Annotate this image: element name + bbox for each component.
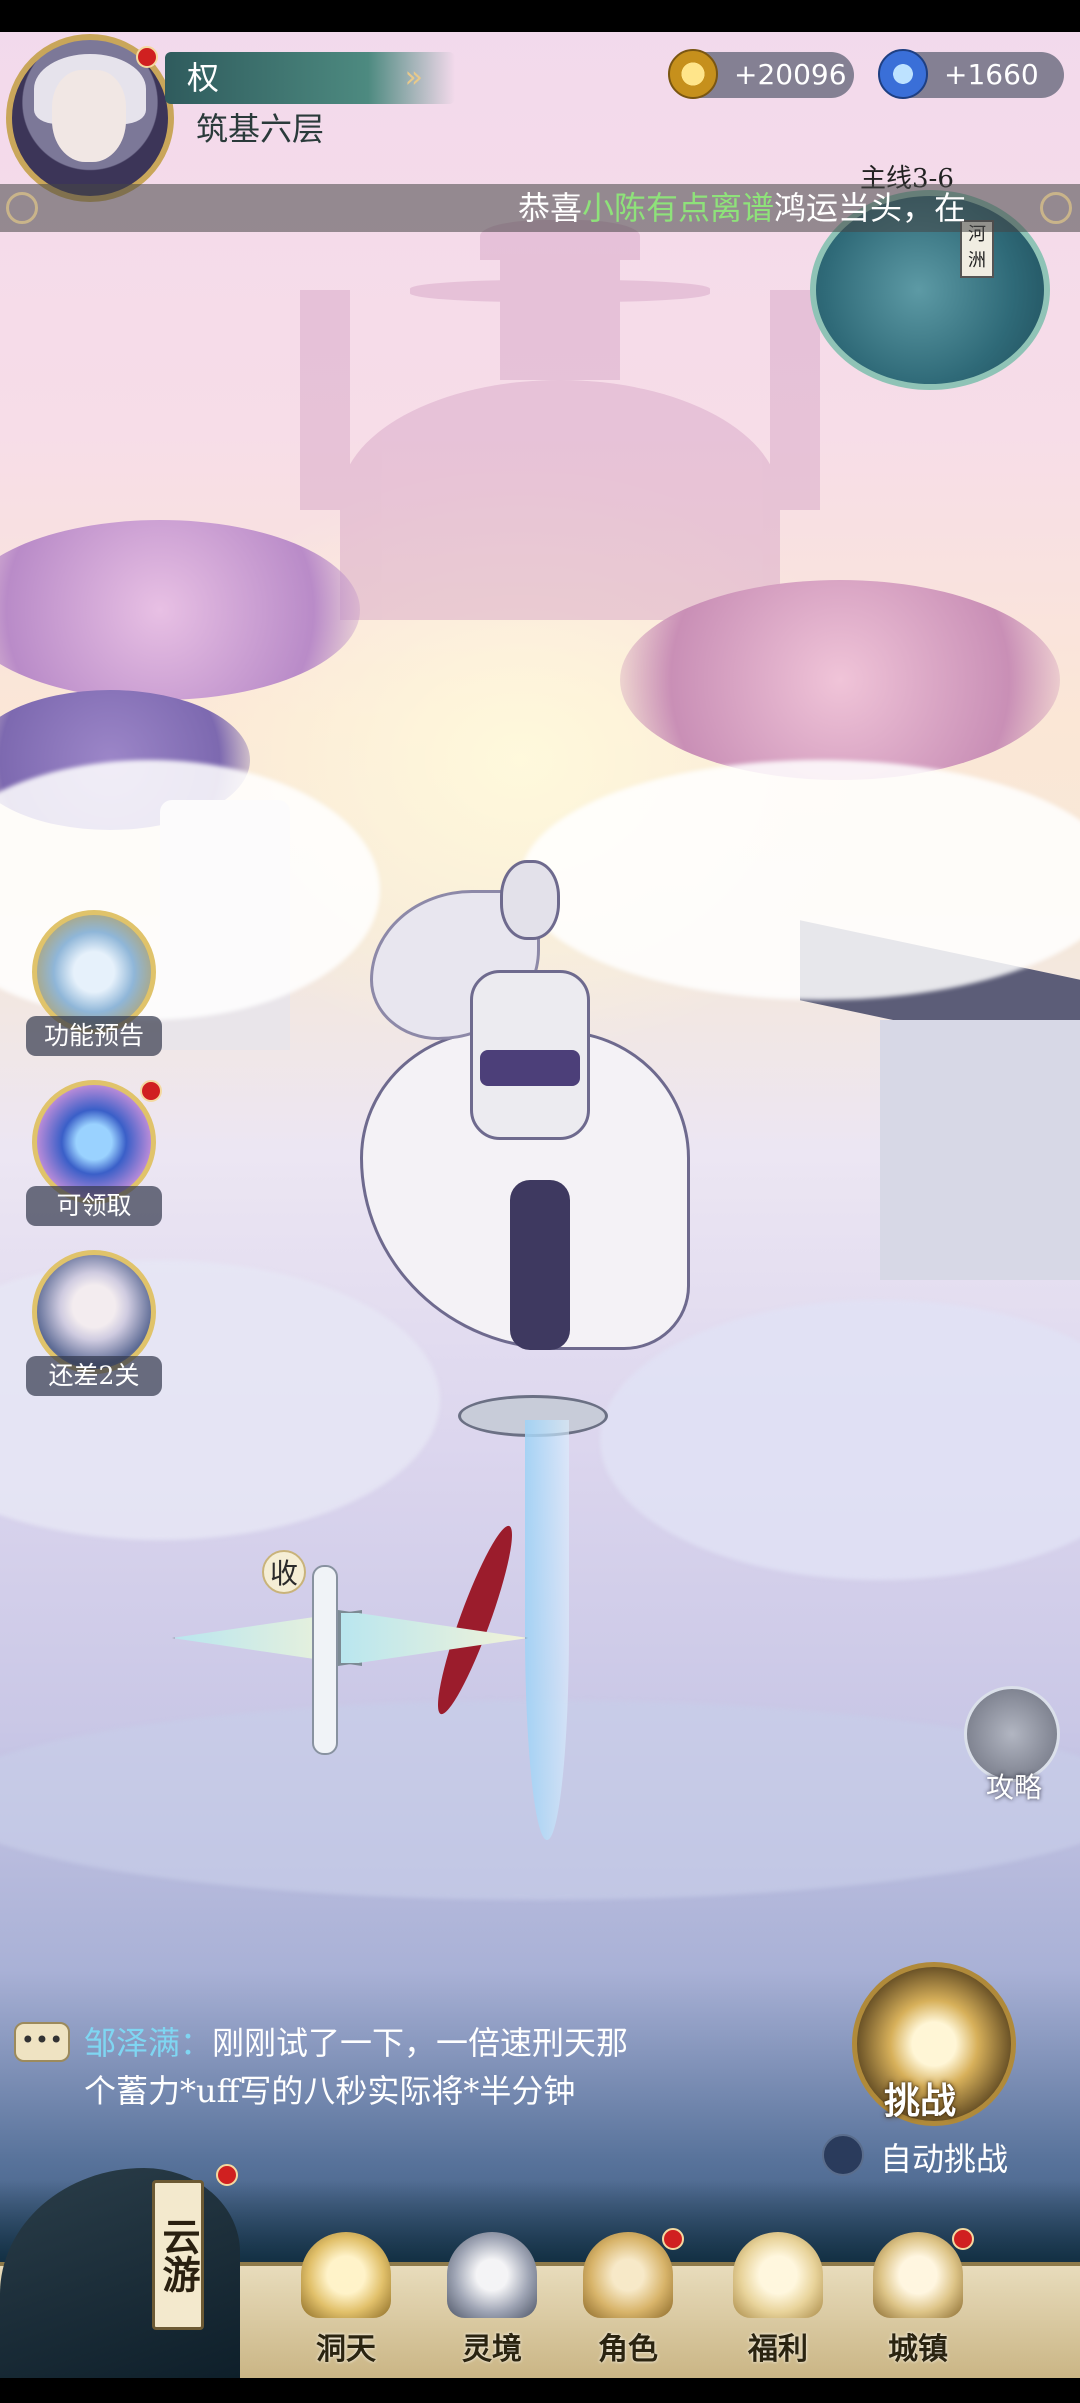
nav-item-lingjing[interactable]: 灵境 — [432, 2232, 552, 2368]
chat-message-line2[interactable]: 个蓄力*uff写的八秒实际将*半分钟 — [84, 2066, 575, 2112]
crane-right-wing[interactable] — [338, 1610, 528, 1666]
nav-label: 角色 — [598, 2332, 658, 2367]
feature-preview-label: 功能预告 — [26, 1016, 162, 1056]
cave-icon — [301, 2232, 391, 2318]
status-bar — [0, 0, 1080, 32]
nav-item-juese[interactable]: 角色 — [568, 2232, 688, 2368]
collect-button[interactable]: 收 — [262, 1550, 306, 1594]
player-name-plate[interactable]: 权 » — [165, 52, 455, 104]
yunyou-button[interactable]: 云游 — [152, 2180, 204, 2330]
avatar-notification-badge — [136, 46, 158, 68]
yunyou-notification-badge — [216, 2164, 238, 2186]
spirit-gem-icon — [878, 49, 928, 99]
spirit-realm-icon — [447, 2232, 537, 2318]
crane-body[interactable] — [312, 1565, 338, 1755]
cultivation-realm: 筑基六层 — [196, 110, 325, 148]
announcement-text: 恭喜小陈有点离谱鸿运当头，在 — [518, 189, 967, 227]
scroll-ornament-icon — [6, 192, 38, 224]
palace-silhouette — [300, 220, 820, 620]
coin-counter[interactable]: +20096 — [668, 49, 854, 99]
feature-preview-button[interactable]: 功能预告 — [26, 910, 162, 1056]
scroll-ornament-icon — [1040, 192, 1072, 224]
town-notification-badge — [952, 2228, 974, 2250]
announcement-marquee: 恭喜小陈有点离谱鸿运当头，在 — [0, 184, 1080, 232]
chat-message-line1[interactable]: 邹泽满：刚刚试了一下，一倍速刑天那 — [84, 2018, 628, 2064]
nav-label: 洞天 — [316, 2332, 376, 2367]
sword-tassel — [426, 1520, 524, 1720]
town-icon — [873, 2232, 963, 2318]
nav-label: 城镇 — [888, 2332, 948, 2367]
character-notification-badge — [662, 2228, 684, 2250]
strategy-label: 攻略 — [985, 1771, 1042, 1804]
gem-counter[interactable]: +1660 — [878, 49, 1064, 99]
player-character[interactable] — [300, 850, 760, 1410]
claimable-label: 可领取 — [26, 1186, 162, 1226]
claimable-notification-badge — [140, 1080, 162, 1102]
player-name: 权 — [187, 59, 220, 97]
nav-item-dongtian[interactable]: 洞天 — [286, 2232, 406, 2368]
flying-sword — [525, 1420, 569, 1840]
chat-speaker: 邹泽满： — [84, 2024, 213, 2062]
auto-challenge-label: 自动挑战 — [880, 2140, 1009, 2178]
double-chevron-right-icon: » — [404, 60, 423, 95]
gate-pillar — [880, 1020, 1080, 1280]
stages-remaining-label: 还差2关 — [26, 1356, 162, 1396]
system-nav-bar — [0, 2378, 1080, 2403]
nav-label: 灵境 — [462, 2332, 522, 2367]
nav-item-fuli[interactable]: 福利 — [718, 2232, 838, 2368]
welfare-bag-icon — [733, 2232, 823, 2318]
stages-remaining-button[interactable]: 还差2关 — [26, 1250, 162, 1396]
strategy-guide-button[interactable]: 攻略 — [964, 1686, 1064, 1806]
coin-value: +20096 — [734, 58, 847, 91]
blossom-tree-right — [620, 580, 1060, 780]
coin-icon — [668, 49, 718, 99]
nav-item-chengzhen[interactable]: 城镇 — [858, 2232, 978, 2368]
challenge-label: 挑战 — [884, 2080, 957, 2122]
nav-label: 福利 — [748, 2332, 808, 2367]
character-icon — [583, 2232, 673, 2318]
auto-challenge-checkbox[interactable] — [822, 2134, 864, 2176]
claimable-reward-button[interactable]: 可领取 — [26, 1080, 162, 1226]
chat-bubble-icon[interactable]: ••• — [14, 2022, 70, 2062]
gem-value: +1660 — [944, 58, 1039, 91]
